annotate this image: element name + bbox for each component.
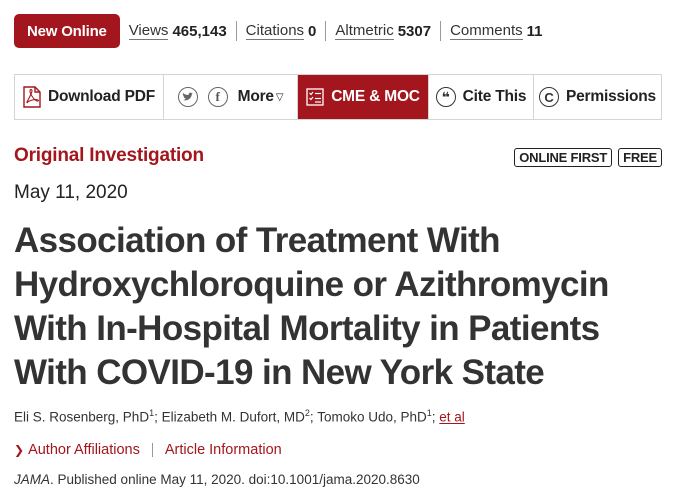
citation-text: . Published online May 11, 2020. doi:10.… xyxy=(50,472,420,487)
altmetric-metric[interactable]: Altmetric 5307 xyxy=(325,21,440,41)
permissions-label: Permissions xyxy=(566,88,656,105)
author-affiliation-number: 1 xyxy=(149,408,155,418)
twitter-icon[interactable] xyxy=(177,87,198,107)
cite-this-button[interactable]: ❝ Cite This xyxy=(429,75,534,119)
views-metric[interactable]: Views 465,143 xyxy=(120,21,236,41)
free-tag: FREE xyxy=(618,148,662,167)
author-list: Eli S. Rosenberg, PhD1; Elizabeth M. Duf… xyxy=(14,408,465,425)
pdf-icon xyxy=(23,86,41,108)
journal-name: JAMA xyxy=(14,472,51,487)
chevron-down-icon: ▽ xyxy=(275,91,284,103)
publication-date: May 11, 2020 xyxy=(14,182,128,203)
share-more-button[interactable]: f More ▽ xyxy=(164,75,298,119)
online-first-tag: ONLINE FIRST xyxy=(514,148,613,167)
new-online-badge: New Online xyxy=(14,14,120,48)
author-affiliation-number: 2 xyxy=(304,408,310,418)
altmetric-label: Altmetric xyxy=(335,21,394,40)
views-value: 465,143 xyxy=(172,22,227,40)
copyright-icon: C xyxy=(539,87,559,107)
et-al-link[interactable]: et al xyxy=(439,410,465,425)
link-divider xyxy=(151,443,153,457)
article-links: ❯ Author Affiliations Article Informatio… xyxy=(14,442,282,458)
facebook-icon[interactable]: f xyxy=(207,87,228,107)
comments-label: Comments xyxy=(450,21,523,40)
altmetric-value: 5307 xyxy=(397,22,432,40)
author-name[interactable]: Eli S. Rosenberg, PhD xyxy=(14,410,149,425)
cme-moc-label: CME & MOC xyxy=(331,88,420,105)
permissions-button[interactable]: C Permissions xyxy=(534,75,661,119)
views-label: Views xyxy=(128,21,169,40)
author-affiliations-link[interactable]: Author Affiliations xyxy=(28,442,140,458)
chevron-right-icon: ❯ xyxy=(14,443,25,457)
article-toolbar: Download PDF f More ▽ CME & MOC ❝ Cite T… xyxy=(14,74,662,120)
comments-value: 11 xyxy=(526,22,543,40)
comments-metric[interactable]: Comments 11 xyxy=(440,21,551,41)
cme-moc-button[interactable]: CME & MOC xyxy=(298,75,429,119)
download-pdf-label: Download PDF xyxy=(48,88,155,105)
citation-line: JAMA. Published online May 11, 2020. doi… xyxy=(14,472,420,487)
article-information-link[interactable]: Article Information xyxy=(165,442,282,458)
metrics-bar: New Online Views 465,143 Citations 0 Alt… xyxy=(14,14,551,48)
article-title: Association of Treatment With Hydroxychl… xyxy=(14,221,609,392)
cite-this-label: Cite This xyxy=(462,88,527,105)
download-pdf-button[interactable]: Download PDF xyxy=(15,75,164,119)
author-name[interactable]: Tomoko Udo, PhD xyxy=(317,410,427,425)
article-tags: ONLINE FIRST FREE xyxy=(514,148,662,167)
author-affiliation-number: 1 xyxy=(426,408,432,418)
author-name[interactable]: Elizabeth M. Dufort, MD xyxy=(162,410,305,425)
checklist-icon xyxy=(306,88,324,106)
more-label: More xyxy=(237,88,274,105)
citations-value: 0 xyxy=(308,22,317,40)
article-type[interactable]: Original Investigation xyxy=(14,145,204,167)
citations-metric[interactable]: Citations 0 xyxy=(235,21,326,41)
citations-label: Citations xyxy=(245,21,305,40)
quote-icon: ❝ xyxy=(435,87,456,107)
